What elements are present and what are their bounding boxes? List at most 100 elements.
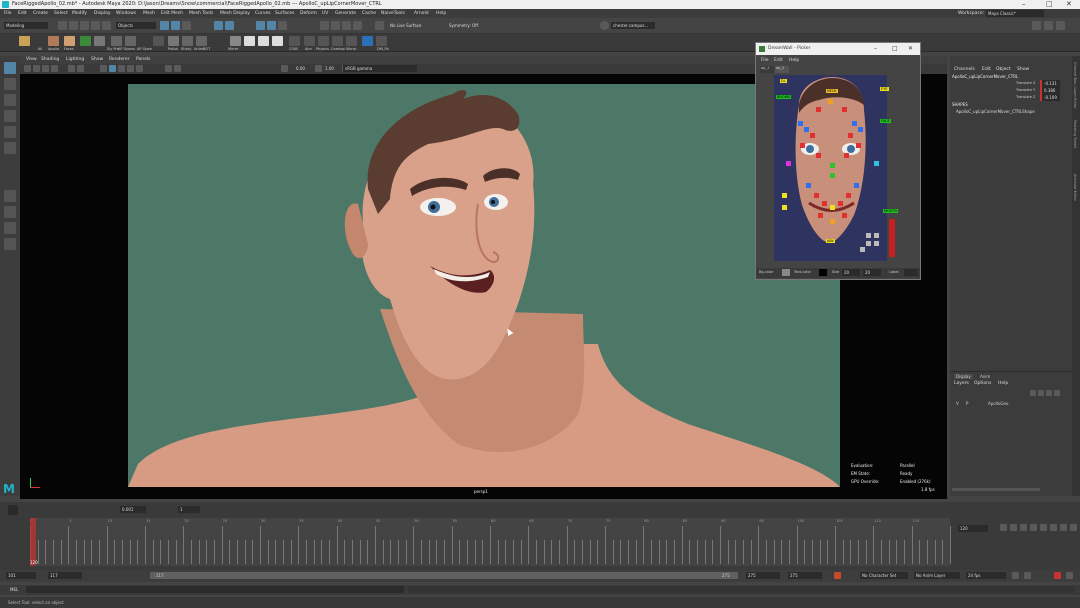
step-forward-key-icon[interactable] xyxy=(1050,524,1057,531)
channel-translate-z-label[interactable]: Translate Z xyxy=(1016,95,1035,99)
mel-input[interactable] xyxy=(26,586,404,593)
select-tool-icon[interactable] xyxy=(4,62,16,74)
auto-key-icon[interactable] xyxy=(1054,572,1061,579)
viewport-menu-renderer[interactable]: Renderer xyxy=(109,57,130,62)
picker-control-marker[interactable] xyxy=(782,193,787,198)
picker-control-marker[interactable] xyxy=(800,143,805,148)
viewport-scene[interactable]: persp1 xyxy=(128,84,840,487)
range-slider[interactable] xyxy=(150,572,738,579)
layer-playback-toggle[interactable]: P xyxy=(966,401,968,406)
picker-control-marker[interactable] xyxy=(842,107,847,112)
anim-prefs-icon[interactable] xyxy=(1066,572,1073,579)
render-icon[interactable] xyxy=(320,21,329,30)
redo-icon[interactable] xyxy=(102,21,111,30)
go-to-end-icon[interactable] xyxy=(1070,524,1077,531)
shelf-blue-icon[interactable] xyxy=(362,36,373,46)
user-avatar-icon[interactable] xyxy=(600,21,609,30)
isolate-icon[interactable] xyxy=(165,65,172,72)
shelf-apopen-icon[interactable] xyxy=(125,36,136,46)
ipr-render-icon[interactable] xyxy=(331,21,340,30)
picker-tag-jaw[interactable]: JAW xyxy=(826,239,835,243)
size-width-field[interactable]: 20 xyxy=(842,269,860,276)
select-mask-icon[interactable] xyxy=(214,21,223,30)
layout-four-icon[interactable] xyxy=(4,206,16,218)
picker-control-marker[interactable] xyxy=(814,193,819,198)
picker-control-marker[interactable] xyxy=(818,213,823,218)
shelf-pose-icon-2[interactable] xyxy=(258,36,269,46)
shelf-overlap-icon[interactable] xyxy=(332,36,343,46)
step-back-key-icon[interactable] xyxy=(1020,524,1027,531)
picker-control-marker[interactable] xyxy=(858,127,863,132)
open-scene-icon[interactable] xyxy=(69,21,78,30)
smooth-shade-icon[interactable] xyxy=(109,65,116,72)
picker-control-marker[interactable] xyxy=(866,233,871,238)
menu-mesh-tools[interactable]: Mesh Tools xyxy=(189,11,213,16)
menu-mesh[interactable]: Mesh xyxy=(143,11,155,16)
picker-control-marker[interactable] xyxy=(852,121,857,126)
picker-control-marker[interactable] xyxy=(860,247,865,252)
viewport-menu-show[interactable]: Show xyxy=(91,57,103,62)
text-color-swatch[interactable] xyxy=(819,269,827,276)
menu-help[interactable]: Help xyxy=(436,11,446,16)
paint-select-icon[interactable] xyxy=(4,94,16,106)
shelf-aim-icon[interactable] xyxy=(304,36,315,46)
live-surface-field[interactable]: No Live Surface xyxy=(388,22,438,29)
menu-edit-mesh[interactable]: Edit Mesh xyxy=(161,11,183,16)
shelf-mirror2-icon[interactable] xyxy=(346,36,357,46)
picker-control-marker[interactable] xyxy=(786,161,791,166)
picker-control-marker[interactable] xyxy=(838,201,843,206)
picker-tag-dl[interactable]: DL xyxy=(780,79,787,83)
layer-name[interactable]: ApolloGeo xyxy=(988,401,1008,406)
picker-control-marker[interactable] xyxy=(842,213,847,218)
shelf-apopens-icon[interactable] xyxy=(111,36,122,46)
picker-control-marker[interactable] xyxy=(806,183,811,188)
shelf-pose-icon-3[interactable] xyxy=(272,36,283,46)
menu-select[interactable]: Select xyxy=(54,11,68,16)
picker-control-marker[interactable] xyxy=(822,201,827,206)
picker-control-marker[interactable] xyxy=(782,205,787,210)
go-to-start-icon[interactable] xyxy=(1000,524,1007,531)
camera-select-icon[interactable] xyxy=(24,65,31,72)
side-tab-channel-box[interactable]: Channel Box / Layer Editor xyxy=(1073,62,1077,109)
grid-icon[interactable] xyxy=(68,65,75,72)
picker-control-marker[interactable] xyxy=(874,233,879,238)
shelf-animbot-icon[interactable] xyxy=(196,36,207,46)
channels-menu-object[interactable]: Object xyxy=(996,67,1011,72)
shelf-grid-icon[interactable] xyxy=(153,36,164,46)
layer-row[interactable]: V P ApolloGeo xyxy=(952,400,1070,408)
menu-curves[interactable]: Curves xyxy=(255,11,271,16)
layers-menu-options[interactable]: Options xyxy=(974,381,991,386)
end-frame-field[interactable]: 275 xyxy=(788,572,822,579)
new-scene-icon[interactable] xyxy=(58,21,67,30)
rotate-tool-icon[interactable] xyxy=(4,126,16,138)
select-hierarchy-icon[interactable] xyxy=(160,21,169,30)
magnet-icon[interactable] xyxy=(375,21,384,30)
menu-naivetools[interactable]: NaiveTools xyxy=(381,11,405,16)
channels-menu-channels[interactable]: Channels xyxy=(954,67,975,72)
save-scene-icon[interactable] xyxy=(80,21,89,30)
range-end-field[interactable]: 275 xyxy=(746,572,780,579)
layer-visibility-toggle[interactable]: V xyxy=(956,401,959,406)
layers-menu-help[interactable]: Help xyxy=(998,381,1008,386)
layer-move-down-icon[interactable] xyxy=(1038,390,1044,396)
maximize-button[interactable]: □ xyxy=(1046,0,1053,8)
play-back-icon[interactable] xyxy=(1030,524,1037,531)
picker-control-marker[interactable] xyxy=(874,241,879,246)
exposure-field[interactable]: 0.00 xyxy=(294,65,312,72)
menu-deform[interactable]: Deform xyxy=(300,11,317,16)
snap-point-icon[interactable] xyxy=(278,21,287,30)
step-forward-icon[interactable] xyxy=(1060,524,1067,531)
picker-tag-mouth[interactable]: MOUTH xyxy=(883,209,899,213)
mode-dropdown[interactable]: Modeling xyxy=(4,22,48,29)
viewport-menu-view[interactable]: View xyxy=(26,57,37,62)
picker-tag-eye[interactable]: EYE xyxy=(880,87,889,91)
shelf-polish-icon[interactable] xyxy=(168,36,179,46)
menu-file[interactable]: File xyxy=(4,11,12,16)
camera-attr-icon[interactable] xyxy=(33,65,40,72)
snap-grid-icon[interactable] xyxy=(256,21,265,30)
gamma-field[interactable]: 1.00 xyxy=(323,65,337,72)
channels-menu-show[interactable]: Show xyxy=(1017,67,1029,72)
color-space-dropdown[interactable]: sRGB gamma xyxy=(343,65,417,72)
picker-control-marker[interactable] xyxy=(830,173,835,178)
sidebar-toggle-icon[interactable] xyxy=(1032,21,1041,30)
